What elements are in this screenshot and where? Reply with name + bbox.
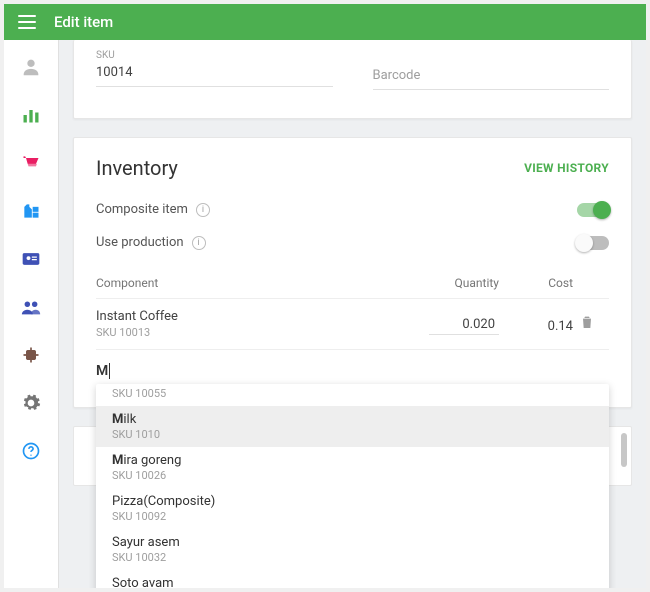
search-value: M xyxy=(96,363,108,379)
items-icon[interactable] xyxy=(20,152,42,174)
dropdown-item[interactable]: Milk SKU 1010 xyxy=(96,406,609,447)
sku-field[interactable]: SKU 10014 xyxy=(96,50,333,90)
barcode-field[interactable]: Barcode xyxy=(373,50,610,90)
barcode-placeholder: Barcode xyxy=(373,50,610,90)
analytics-icon[interactable] xyxy=(20,104,42,126)
dropdown-name: Pizza(Composite) xyxy=(112,494,593,509)
inventory-card: Inventory VIEW HISTORY Composite item i … xyxy=(73,137,632,408)
integrations-icon[interactable] xyxy=(20,344,42,366)
sku-value: 10014 xyxy=(96,61,333,87)
col-component: Component xyxy=(96,276,389,290)
main-content: SKU 10014 Barcode Inventory VIEW HISTORY… xyxy=(59,40,646,588)
component-sku: SKU 10013 xyxy=(96,326,389,339)
help-icon[interactable] xyxy=(20,440,42,462)
sidebar xyxy=(4,40,59,588)
text-caret xyxy=(109,363,110,379)
dropdown-sku: SKU 10026 xyxy=(112,469,593,482)
settings-icon[interactable] xyxy=(20,392,42,414)
dropdown-sku: SKU 10092 xyxy=(112,510,593,523)
dropdown-item[interactable]: Mira goreng SKU 10026 xyxy=(96,447,609,488)
sku-label: SKU xyxy=(96,50,333,61)
cost-value: 0.14 xyxy=(548,319,573,334)
production-info-icon[interactable]: i xyxy=(192,236,206,250)
dropdown-sku: SKU 1010 xyxy=(112,428,593,441)
component-search[interactable]: M SKU 10055 Milk SKU 1010 Mira goreng SK… xyxy=(96,349,609,379)
dropdown-name: Sayur asem xyxy=(112,535,593,550)
dropdown-item[interactable]: SKU 10055 xyxy=(96,384,609,406)
component-name: Instant Coffee xyxy=(96,309,389,324)
composite-info-icon[interactable]: i xyxy=(196,203,210,217)
col-quantity: Quantity xyxy=(389,276,499,290)
quantity-input[interactable]: 0.020 xyxy=(429,315,499,335)
dropdown-sku: SKU 10032 xyxy=(112,551,593,564)
account-icon[interactable] xyxy=(20,56,42,78)
inventory-icon[interactable] xyxy=(20,200,42,222)
view-history-button[interactable]: VIEW HISTORY xyxy=(524,161,609,175)
sku-card: SKU 10014 Barcode xyxy=(73,40,632,119)
inventory-title: Inventory xyxy=(96,156,178,180)
dropdown-item[interactable]: Pizza(Composite) SKU 10092 xyxy=(96,488,609,529)
component-dropdown: SKU 10055 Milk SKU 1010 Mira goreng SKU … xyxy=(96,384,609,588)
dropdown-name: Mira goreng xyxy=(112,453,593,468)
dropdown-sku: SKU 10055 xyxy=(112,387,593,400)
composite-label: Composite item xyxy=(96,202,188,217)
page-title: Edit item xyxy=(54,13,113,31)
dropdown-item[interactable]: Soto avam xyxy=(96,570,609,588)
menu-button[interactable] xyxy=(18,15,36,29)
production-label: Use production xyxy=(96,235,184,250)
composite-toggle[interactable] xyxy=(577,203,609,217)
col-cost: Cost xyxy=(499,276,579,290)
scroll-thumb[interactable] xyxy=(621,433,627,467)
production-toggle[interactable] xyxy=(577,236,609,250)
dropdown-item[interactable]: Sayur asem SKU 10032 xyxy=(96,529,609,570)
employees-icon[interactable] xyxy=(20,248,42,270)
customers-icon[interactable] xyxy=(20,296,42,318)
dropdown-name: Milk xyxy=(112,412,593,427)
component-row: Instant Coffee SKU 10013 0.020 0.14 xyxy=(96,298,609,349)
delete-row-button[interactable] xyxy=(579,314,609,334)
dropdown-name: Soto avam xyxy=(112,576,593,588)
